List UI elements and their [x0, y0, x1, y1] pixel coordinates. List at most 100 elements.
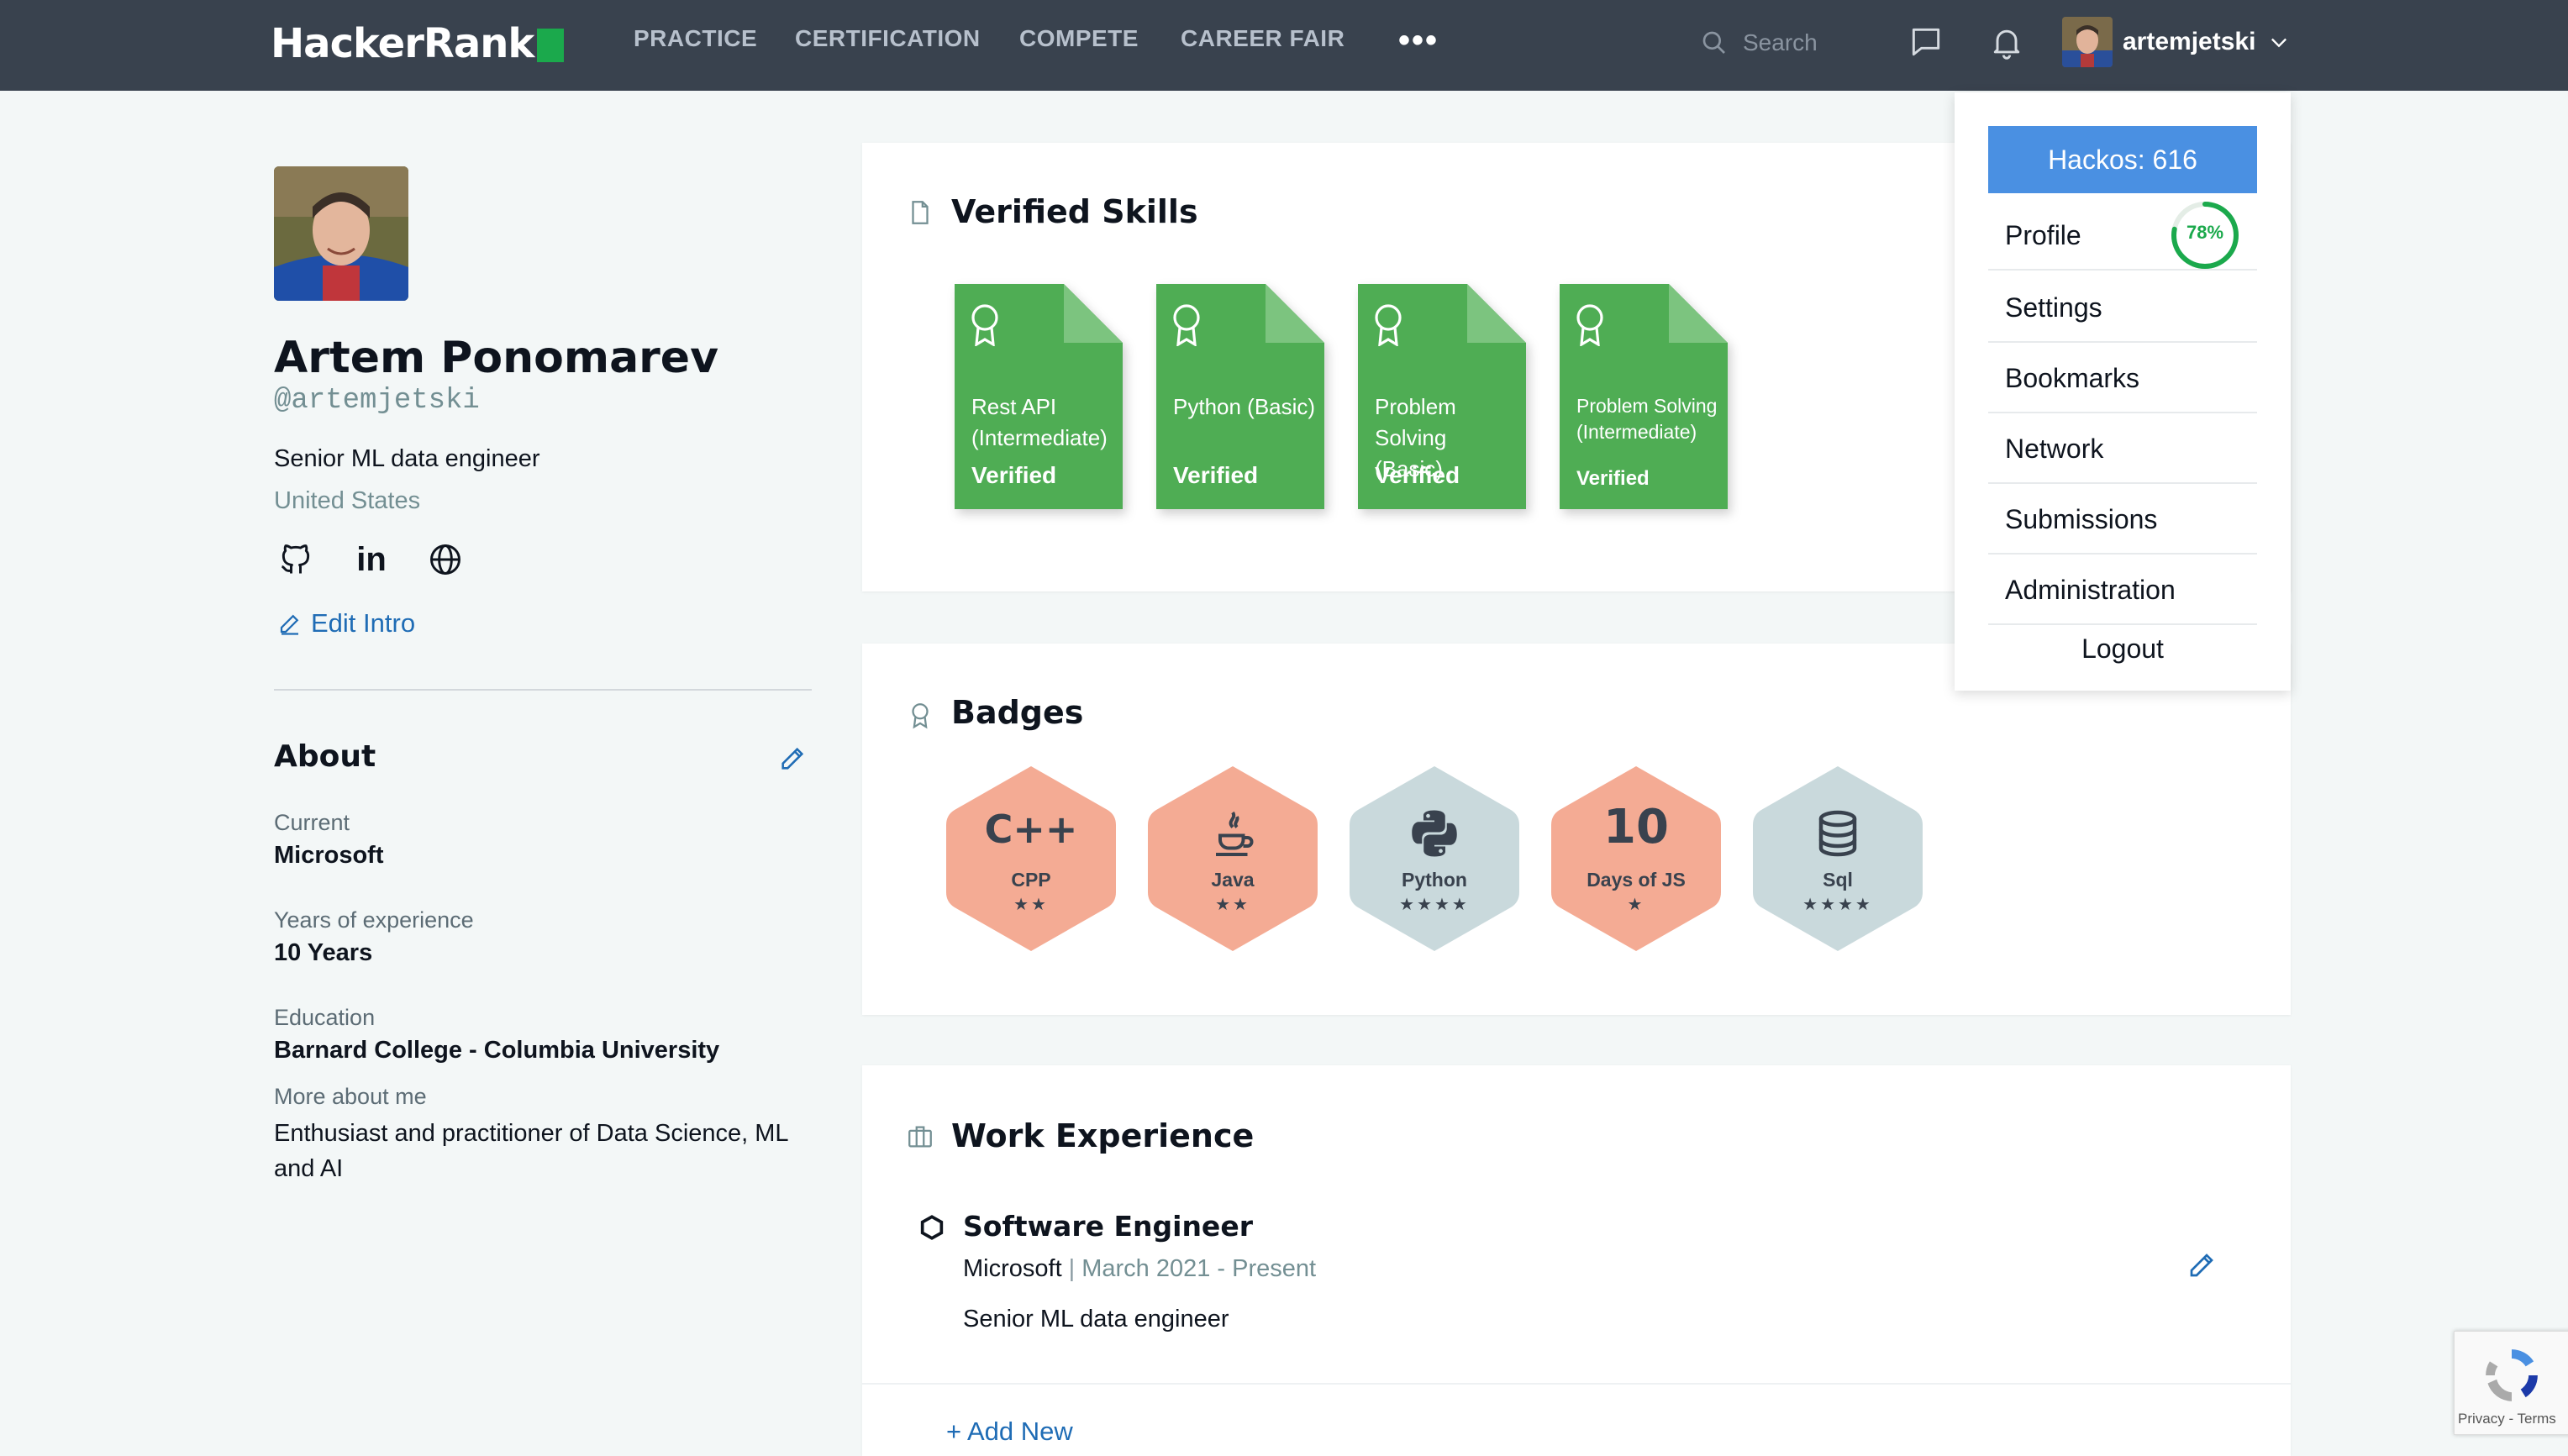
- cert-problem-solving-basic[interactable]: Problem Solving (Basic) Verified: [1358, 284, 1526, 509]
- menu-item-submissions[interactable]: Submissions: [1988, 486, 2257, 555]
- add-new-work-link[interactable]: + Add New: [946, 1417, 1073, 1447]
- cpp-icon: C++: [984, 807, 1078, 852]
- about-experience-value: 10 Years: [274, 939, 373, 966]
- about-more-value: Enthusiast and practitioner of Data Scie…: [274, 1120, 788, 1182]
- work-company: Microsoft: [963, 1255, 1062, 1282]
- work-experience-title: Work Experience: [951, 1117, 1255, 1154]
- document-icon: [912, 201, 929, 224]
- edit-intro-link[interactable]: Edit Intro: [277, 608, 415, 639]
- chevron-down-icon: [2271, 38, 2287, 48]
- cert-status: Verified: [1576, 467, 1650, 490]
- cert-status: Verified: [1375, 462, 1460, 488]
- badge-ribbon-icon: [912, 703, 929, 729]
- cert-rest-api-intermediate[interactable]: Rest API (Intermediate) Verified: [955, 284, 1123, 509]
- cert-status: Verified: [1173, 462, 1259, 488]
- badge-sql[interactable]: Sql ★★★★: [1750, 763, 1926, 954]
- work-description: Senior ML data engineer: [963, 1306, 1229, 1332]
- search-input[interactable]: [1743, 29, 1869, 56]
- badge-stars: ★: [1627, 896, 1645, 914]
- ribbon-icon: [1173, 304, 1200, 346]
- pencil-icon: [280, 614, 299, 635]
- menu-item-bookmarks[interactable]: Bookmarks: [1988, 344, 2257, 413]
- about-heading: About: [274, 739, 376, 774]
- divider: [862, 1383, 2291, 1385]
- about-experience-label: Years of experience: [274, 907, 474, 933]
- profile-handle: @artemjetski: [274, 385, 480, 417]
- badge-name: Java: [1211, 869, 1255, 891]
- cert-problem-solving-intermediate[interactable]: Problem Solving (Intermediate) Verified: [1560, 284, 1728, 509]
- about-more-label: More about me: [274, 1084, 427, 1109]
- badge-stars: ★★: [1013, 896, 1049, 914]
- about-education-value: Barnard College - Columbia University: [274, 1037, 720, 1064]
- search-box[interactable]: [1701, 22, 1869, 64]
- work-meta: Microsoft | March 2021 - Present: [963, 1255, 1316, 1283]
- badge-stars: ★★★★: [1802, 896, 1873, 914]
- work-role: Software Engineer: [963, 1210, 1253, 1243]
- about-education-label: Education: [274, 1005, 376, 1030]
- hackerrank-logo[interactable]: HackerRank: [271, 17, 565, 71]
- logo-mark: [537, 29, 565, 62]
- globe-icon[interactable]: [427, 541, 464, 578]
- profile-avatar: [274, 166, 408, 301]
- work-experience-card: Work Experience Software Engineer Micros…: [862, 1065, 2291, 1456]
- java-icon: [1216, 811, 1254, 856]
- briefcase-icon: [908, 1126, 932, 1148]
- verified-skills-title: Verified Skills: [951, 193, 1198, 230]
- logout-button[interactable]: Logout: [1988, 623, 2257, 674]
- nav-practice[interactable]: PRACTICE: [634, 25, 757, 52]
- profile-country: United States: [274, 487, 421, 514]
- recaptcha-links[interactable]: Privacy - Terms: [2458, 1411, 2556, 1427]
- top-nav: HackerRank PRACTICE CERTIFICATION COMPET…: [0, 0, 2568, 91]
- ribbon-icon: [971, 304, 998, 346]
- badge-name: Python: [1402, 869, 1467, 891]
- badge-stars: ★★★★: [1399, 896, 1470, 914]
- cert-name: Rest API (Intermediate): [971, 394, 1108, 450]
- user-dropdown-menu: Hackos: 616 Profile 78% Settings Bookmar…: [1955, 92, 2291, 691]
- badge-name: Days of JS: [1587, 869, 1686, 891]
- user-menu-toggle[interactable]: artemjetski: [2062, 15, 2291, 69]
- edit-intro-label: Edit Intro: [311, 608, 416, 638]
- nav-career-fair[interactable]: CAREER FAIR: [1181, 25, 1345, 52]
- hackos-button[interactable]: Hackos: 616: [1988, 126, 2257, 193]
- search-icon: [1702, 31, 1725, 54]
- badges-title: Badges: [951, 694, 1084, 731]
- github-icon[interactable]: [277, 541, 314, 578]
- days-of-js-icon: 10: [1603, 800, 1669, 854]
- menu-item-settings[interactable]: Settings: [1988, 274, 2257, 343]
- menu-item-administration[interactable]: Administration: [1988, 556, 2257, 625]
- nav-avatar: [2062, 17, 2113, 67]
- logo-text: HackerRank: [271, 20, 534, 67]
- recaptcha-badge[interactable]: Privacy - Terms: [2454, 1331, 2568, 1435]
- python-icon: [1412, 810, 1457, 857]
- database-icon: [1818, 810, 1857, 857]
- recaptcha-icon: [2486, 1349, 2538, 1401]
- notifications-bell-icon[interactable]: [1988, 24, 2025, 60]
- badge-cpp[interactable]: C++ CPP ★★: [943, 763, 1119, 954]
- nav-certification[interactable]: CERTIFICATION: [795, 25, 981, 52]
- cert-name: Problem Solving (Intermediate): [1576, 395, 1718, 443]
- badge-python[interactable]: Python ★★★★: [1346, 763, 1523, 954]
- company-hexagon-icon: [920, 1215, 944, 1240]
- menu-item-network[interactable]: Network: [1988, 415, 2257, 484]
- about-current-value: Microsoft: [274, 842, 384, 869]
- ribbon-icon: [1576, 304, 1603, 346]
- cert-name: Python (Basic): [1173, 394, 1316, 419]
- edit-about-pencil-icon[interactable]: [778, 744, 807, 773]
- profile-name: Artem Ponomarev: [274, 333, 718, 383]
- edit-work-pencil-icon[interactable]: [2186, 1250, 2217, 1280]
- badge-name: CPP: [1011, 869, 1051, 891]
- about-current-label: Current: [274, 810, 350, 835]
- badge-name: Sql: [1823, 869, 1853, 891]
- nav-compete[interactable]: COMPETE: [1019, 25, 1139, 52]
- badge-days-of-js[interactable]: 10 Days of JS ★: [1548, 763, 1724, 954]
- more-menu-button[interactable]: •••: [1398, 22, 1439, 60]
- ribbon-icon: [1375, 304, 1402, 346]
- profile-title: Senior ML data engineer: [274, 445, 540, 472]
- profile-completion-label: 78%: [2186, 222, 2224, 243]
- divider: [274, 689, 812, 691]
- cert-python-basic[interactable]: Python (Basic) Verified: [1156, 284, 1324, 509]
- messages-icon[interactable]: [1908, 24, 1944, 60]
- badge-java[interactable]: Java ★★: [1145, 763, 1321, 954]
- menu-item-label: Profile: [2005, 219, 2081, 250]
- linkedin-icon[interactable]: in: [353, 541, 390, 578]
